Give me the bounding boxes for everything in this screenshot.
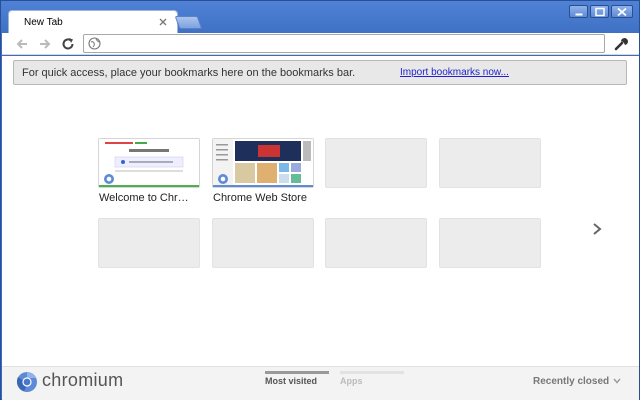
maximize-icon — [594, 7, 605, 16]
thumbnail-empty — [439, 138, 541, 188]
welcome-page-preview — [99, 139, 199, 187]
footer-tab-most-visited[interactable]: Most visited — [265, 367, 329, 400]
close-window-button[interactable] — [611, 5, 633, 18]
thumbnail-web-store[interactable] — [212, 138, 314, 188]
browser-window: New Tab For quick access, place your boo… — [0, 0, 640, 400]
footer-tab-label: Apps — [340, 376, 363, 386]
omnibox[interactable] — [83, 34, 605, 53]
footer-tab-apps[interactable]: Apps — [340, 367, 404, 400]
page-globe-icon — [88, 37, 101, 50]
tab-close-icon[interactable] — [158, 17, 168, 27]
tab-indicator — [340, 371, 404, 374]
thumbnail-empty — [439, 218, 541, 268]
footer: chromium Most visited Apps Recently clos… — [2, 366, 639, 400]
maximize-button[interactable] — [590, 5, 609, 18]
thumbnail-title: Welcome to Chr… — [99, 192, 189, 204]
tab-new-tab[interactable]: New Tab — [8, 10, 178, 34]
footer-tab-label: Most visited — [265, 376, 318, 386]
chromium-wordmark: chromium — [42, 370, 124, 390]
minimize-button[interactable] — [569, 5, 588, 18]
bookmark-bar-notice: For quick access, place your bookmarks h… — [13, 60, 627, 85]
web-store-preview — [213, 139, 313, 187]
tab-title: New Tab — [24, 17, 63, 28]
forward-arrow-icon[interactable] — [37, 36, 53, 52]
recently-closed-menu[interactable]: Recently closed — [533, 376, 609, 387]
thumbnail-empty — [212, 218, 314, 268]
bookmark-bar-message: For quick access, place your bookmarks h… — [22, 67, 356, 79]
chevron-down-icon — [613, 378, 621, 384]
thumbnail-title: Chrome Web Store — [213, 192, 307, 204]
thumbnail-empty — [325, 138, 427, 188]
import-bookmarks-link[interactable]: Import bookmarks now... — [400, 67, 509, 78]
wrench-icon[interactable] — [613, 36, 629, 52]
address-input[interactable] — [106, 36, 596, 51]
new-tab-button[interactable] — [174, 16, 203, 29]
reload-icon[interactable] — [60, 36, 76, 52]
thumbnail-empty — [325, 218, 427, 268]
minimize-icon — [575, 13, 582, 15]
thumbnail-welcome[interactable] — [98, 138, 200, 188]
close-icon — [617, 7, 627, 16]
tab-indicator — [265, 371, 329, 374]
toolbar — [2, 33, 639, 55]
back-arrow-icon[interactable] — [14, 36, 30, 52]
chromium-logo-icon — [16, 372, 37, 392]
thumbnail-empty — [98, 218, 200, 268]
next-page-chevron-icon[interactable] — [590, 222, 604, 236]
new-tab-page: For quick access, place your bookmarks h… — [2, 56, 639, 400]
window-controls — [569, 5, 633, 18]
